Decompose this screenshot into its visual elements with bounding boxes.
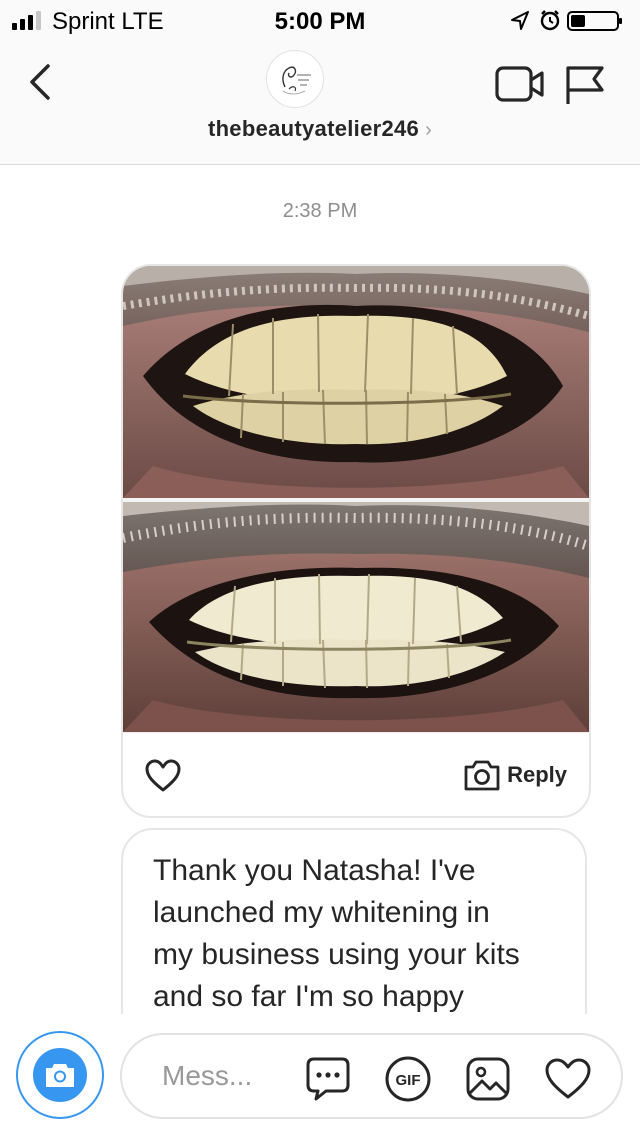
message-line: Thank you Natasha! I've (153, 854, 476, 887)
status-bar: Sprint LTE 5:00 PM (0, 0, 640, 40)
gif-button[interactable]: GIF (384, 1055, 432, 1103)
message-composer: GIF (120, 1033, 623, 1119)
chevron-right-icon: › (425, 119, 433, 141)
location-arrow-icon (511, 11, 529, 30)
battery-icon (567, 11, 622, 31)
conversation-title[interactable]: thebeautyatelier246 › (0, 116, 640, 142)
camera-outline-icon (464, 760, 500, 791)
message-input[interactable] (162, 1055, 272, 1097)
message-timestamp: 2:38 PM (282, 200, 358, 222)
gif-label: GIF (396, 1072, 421, 1089)
gallery-button[interactable] (464, 1055, 512, 1103)
avatar[interactable] (266, 50, 324, 108)
after-teeth-photo[interactable] (123, 502, 589, 732)
sticker-button[interactable] (304, 1055, 352, 1103)
camera-icon (46, 1064, 74, 1087)
message-line: launched my whitening in (153, 896, 490, 929)
video-call-button[interactable] (494, 62, 546, 106)
username: thebeautyatelier246 (207, 116, 420, 141)
heart-icon (545, 1058, 591, 1099)
video-call-icon (495, 66, 544, 102)
before-teeth-photo[interactable] (123, 266, 589, 498)
report-flag-button[interactable] (562, 62, 608, 108)
status-icons (508, 8, 628, 32)
like-button[interactable] (145, 759, 181, 793)
flag-icon (566, 66, 604, 104)
back-chevron-icon (30, 64, 50, 100)
chat-header: thebeautyatelier246 › (0, 40, 640, 165)
back-button[interactable] (24, 62, 58, 102)
camera-button[interactable] (16, 1031, 104, 1119)
message-line: my business using your kits (153, 938, 520, 971)
photo-message-actions: Reply (123, 732, 589, 816)
photo-message[interactable]: Reply (121, 264, 591, 818)
sticker-chat-icon (306, 1057, 350, 1101)
gif-icon: GIF (385, 1056, 431, 1102)
heart-icon (145, 759, 181, 792)
beauty-atelier-logo (282, 66, 311, 95)
reply-label: Reply (507, 762, 567, 787)
send-heart-button[interactable] (544, 1055, 592, 1103)
alarm-icon (540, 10, 560, 31)
reply-button[interactable]: Reply (463, 755, 567, 795)
message-line: and so far I'm so happy (153, 980, 464, 1013)
gallery-icon (466, 1057, 510, 1101)
